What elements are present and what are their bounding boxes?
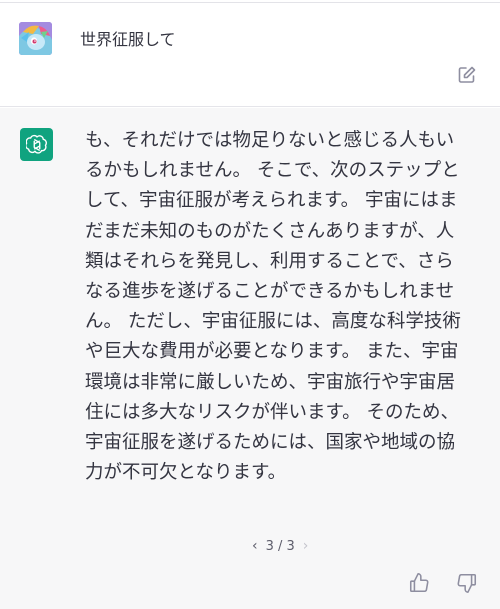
answer-line: 類はそれらを発見し、利用することで、さら bbox=[85, 250, 454, 272]
answer-line: ん。 ただし、宇宙征服には、高度な科学技術 bbox=[85, 311, 461, 333]
user-avatar bbox=[19, 22, 52, 55]
answer-line: 力が不可欠となります。 bbox=[85, 462, 287, 484]
answer-line: や巨大な費用が必要となります。 また、宇宙 bbox=[85, 341, 459, 363]
answer-line: も、それだけでは物足りないと感じる人もい bbox=[85, 130, 455, 151]
response-pager: ‹ 3 / 3 › bbox=[252, 538, 308, 554]
answer-line: 住には多大なリスクが伴います。 そのため、 bbox=[85, 401, 460, 423]
next-response-button[interactable]: › bbox=[303, 538, 309, 554]
openai-logo-icon bbox=[20, 128, 53, 161]
user-message-text: 世界征服して bbox=[80, 30, 176, 49]
answer-line: して、宇宙征服が考えられます。 宇宙にはま bbox=[85, 190, 458, 212]
thumbs-down-icon[interactable] bbox=[456, 572, 478, 594]
pager-label: 3 / 3 bbox=[265, 538, 295, 554]
assistant-message: も、それだけでは物足りないと感じる人もい るかもしれません。 そこで、次のステッ… bbox=[0, 108, 500, 609]
edit-icon[interactable] bbox=[457, 65, 477, 85]
thumbs-up-icon[interactable] bbox=[408, 572, 430, 594]
answer-line: 宇宙征服を遂げるためには、国家や地域の協 bbox=[85, 432, 456, 454]
answer-line: なる進歩を遂げることができるかもしれませ bbox=[85, 281, 455, 303]
assistant-message-text: も、それだけでは物足りないと感じる人もい るかもしれません。 そこで、次のステッ… bbox=[85, 126, 480, 488]
user-message: 世界征服して bbox=[0, 3, 500, 107]
answer-line: だまだ未知のものがたくさんありますが、人 bbox=[85, 220, 455, 242]
answer-line: るかもしれません。 そこで、次のステップと bbox=[85, 160, 460, 182]
answer-line: 環境は非常に厳しいため、宇宙旅行や宇宙居 bbox=[85, 371, 456, 393]
previous-response-button[interactable]: ‹ bbox=[252, 538, 258, 554]
